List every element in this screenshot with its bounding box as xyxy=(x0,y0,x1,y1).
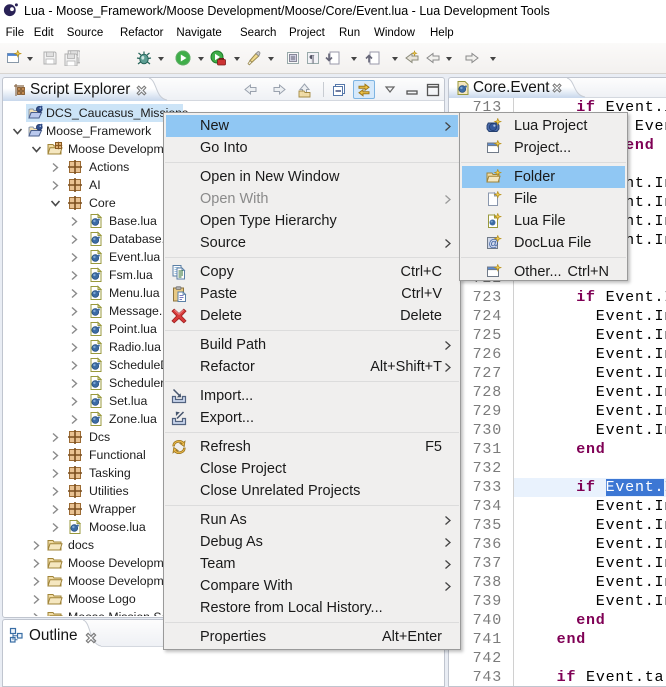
svg-text:¶: ¶ xyxy=(310,53,315,65)
